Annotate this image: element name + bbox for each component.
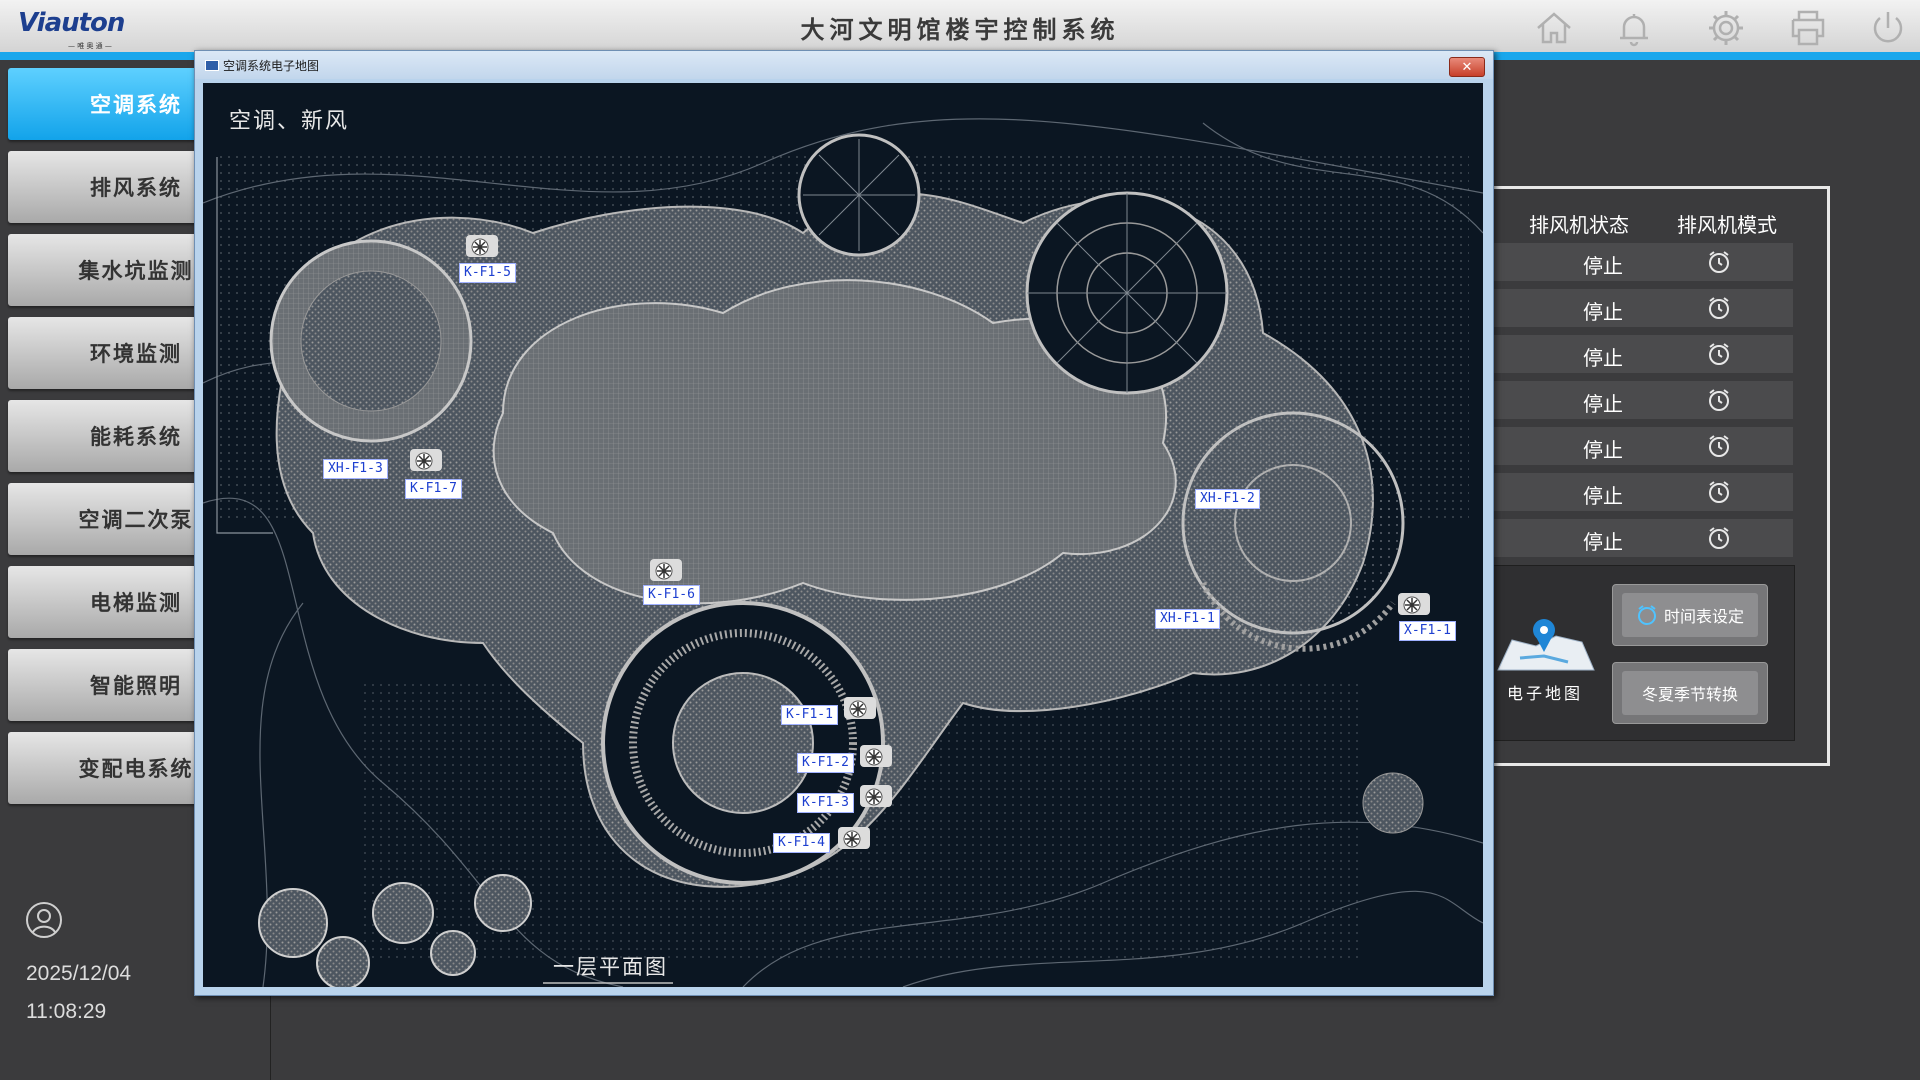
table-row: 停止 (1483, 243, 1793, 281)
fan-status: 停止 (1583, 346, 1623, 370)
gear-icon[interactable] (1704, 6, 1748, 50)
floor-plan-drawing (203, 118, 1483, 987)
user-icon[interactable] (24, 900, 64, 940)
printer-icon[interactable] (1786, 6, 1830, 50)
floor-plan-map: 空调、新风 一层平面图 K-F1-5 XH-F1-3 K-F1-7 K-F1-6… (203, 83, 1483, 987)
table-row: 停止 (1483, 473, 1793, 511)
fan-status: 停止 (1583, 392, 1623, 416)
season-switch-button[interactable]: 冬夏季节转换 (1612, 662, 1768, 724)
fan-label-xh-f1-2[interactable]: XH-F1-2 (1195, 489, 1260, 509)
fan-unit-k-f1-1-icon[interactable] (843, 695, 877, 721)
fan-unit-k-f1-7-icon[interactable] (409, 447, 443, 473)
floor-label: 一层平面图 (553, 955, 668, 979)
current-time: 11:08:29 (26, 1000, 107, 1023)
table-row: 停止 (1483, 335, 1793, 373)
fan-label-k-f1-7[interactable]: K-F1-7 (405, 479, 462, 499)
alarm-clock-icon[interactable] (1705, 294, 1733, 322)
map-heading: 空调、新风 (229, 109, 350, 134)
fan-unit-k-f1-5-icon[interactable] (465, 233, 499, 259)
fan-label-x-f1-1[interactable]: X-F1-1 (1399, 621, 1456, 641)
fan-label-k-f1-3[interactable]: K-F1-3 (797, 793, 854, 813)
map-label: 电子地图 (1506, 684, 1583, 703)
schedule-button-label: 时间表设定 (1663, 607, 1744, 626)
alarm-clock-icon[interactable] (1705, 248, 1733, 276)
fan-unit-k-f1-6-icon[interactable] (649, 557, 683, 583)
fan-unit-x-f1-1-icon[interactable] (1397, 591, 1431, 617)
alarm-clock-icon[interactable] (1705, 386, 1733, 414)
home-icon[interactable] (1532, 6, 1576, 50)
schedule-button[interactable]: 时间表设定 (1612, 584, 1768, 646)
table-row: 停止 (1483, 519, 1793, 557)
fan-label-k-f1-1[interactable]: K-F1-1 (781, 705, 838, 725)
fan-label-xh-f1-1[interactable]: XH-F1-1 (1155, 609, 1220, 629)
window-titlebar[interactable]: 空调系统电子地图 ✕ (195, 51, 1493, 79)
logo-text: Viauton (18, 8, 125, 38)
fan-label-k-f1-5[interactable]: K-F1-5 (459, 263, 516, 283)
window-icon (205, 60, 219, 71)
exhaust-fan-panel: 排风机状态 排风机模式 停止 停止 停止 停止 停止 停止 停止 电子地图 时间… (1480, 186, 1830, 766)
fan-unit-k-f1-2-icon[interactable] (859, 743, 893, 769)
col-head-mode: 排风机模式 (1677, 213, 1777, 237)
clock-icon (1637, 605, 1656, 625)
tool-panel: 电子地图 时间表设定 冬夏季节转换 (1483, 565, 1795, 741)
fan-label-k-f1-4[interactable]: K-F1-4 (773, 833, 830, 853)
app-header: Viauton — 唯 奥 通 — 大河文明馆楼宇控制系统 (0, 0, 1920, 52)
col-head-status: 排风机状态 (1529, 213, 1629, 237)
fan-status: 停止 (1583, 530, 1623, 554)
alarm-clock-icon[interactable] (1705, 478, 1733, 506)
table-row: 停止 (1483, 427, 1793, 465)
fan-label-k-f1-2[interactable]: K-F1-2 (797, 753, 854, 773)
fan-status: 停止 (1583, 254, 1623, 278)
current-date: 2025/12/04 (26, 962, 132, 985)
table-row: 停止 (1483, 381, 1793, 419)
app-title: 大河文明馆楼宇控制系统 (800, 15, 1120, 44)
fan-unit-k-f1-3-icon[interactable] (859, 783, 893, 809)
fan-status: 停止 (1583, 484, 1623, 508)
logo: Viauton — 唯 奥 通 — (18, 8, 138, 50)
logo-subtext: — 唯 奥 通 — (68, 42, 112, 50)
alarm-clock-icon[interactable] (1705, 340, 1733, 368)
power-icon[interactable] (1866, 6, 1910, 50)
map-window: 空调系统电子地图 ✕ 空调、新风 一层平面图 K-F1-5 XH-F1-3 K-… (194, 50, 1494, 996)
bell-icon[interactable] (1612, 6, 1656, 50)
fan-label-xh-f1-3[interactable]: XH-F1-3 (323, 459, 388, 479)
table-row: 停止 (1483, 289, 1793, 327)
fan-status: 停止 (1583, 300, 1623, 324)
fan-unit-k-f1-4-icon[interactable] (837, 825, 871, 851)
fan-label-k-f1-6[interactable]: K-F1-6 (643, 585, 700, 605)
fan-status: 停止 (1583, 438, 1623, 462)
alarm-clock-icon[interactable] (1705, 524, 1733, 552)
window-title: 空调系统电子地图 (223, 59, 320, 73)
alarm-clock-icon[interactable] (1705, 432, 1733, 460)
season-switch-label: 冬夏季节转换 (1641, 685, 1738, 704)
map-pin-icon[interactable] (1490, 616, 1600, 676)
close-button[interactable]: ✕ (1449, 57, 1485, 77)
